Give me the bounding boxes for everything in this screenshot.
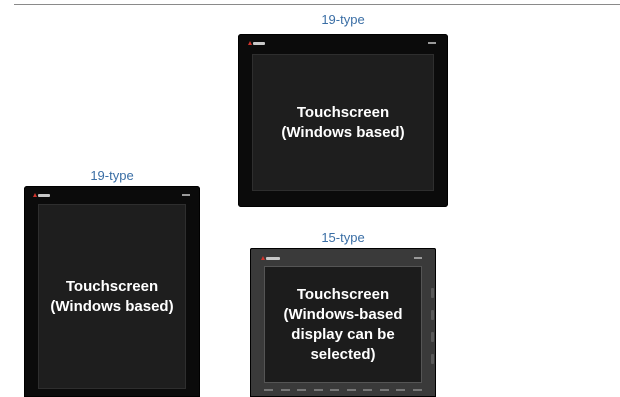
function-key[interactable] bbox=[264, 389, 273, 391]
panel-15-type: Touchscreen (Windows-based display can b… bbox=[250, 248, 436, 397]
page: 19-type Touchscreen (Windows based) 19-t… bbox=[0, 0, 620, 397]
model-badge bbox=[414, 257, 422, 259]
caption-19-type-left: 19-type bbox=[90, 168, 134, 183]
screen-label-line: (Windows based) bbox=[281, 123, 405, 141]
screen-label-line: Touchscreen bbox=[65, 277, 159, 295]
function-key[interactable] bbox=[346, 389, 356, 391]
screen-label-line: Touchscreen bbox=[296, 103, 390, 121]
side-button[interactable] bbox=[431, 310, 434, 320]
brand-logo-icon bbox=[261, 256, 280, 260]
function-key[interactable] bbox=[379, 389, 389, 391]
function-key[interactable] bbox=[363, 389, 373, 391]
function-key[interactable] bbox=[330, 389, 340, 391]
screen-label: Touchscreen (Windows based) bbox=[50, 277, 173, 317]
screen-label-line: selected) bbox=[310, 345, 376, 363]
panel-19-type-top: Touchscreen (Windows based) bbox=[238, 34, 448, 207]
function-key[interactable] bbox=[297, 389, 307, 391]
screen-label: Touchscreen (Windows-based display can b… bbox=[283, 285, 402, 365]
model-badge bbox=[428, 42, 436, 44]
screen-label-line: display can be bbox=[291, 325, 395, 343]
top-divider bbox=[14, 4, 620, 5]
screen-19-type-top[interactable]: Touchscreen (Windows based) bbox=[252, 54, 434, 191]
function-key[interactable] bbox=[396, 389, 406, 391]
function-key[interactable] bbox=[280, 389, 290, 391]
screen-15-type[interactable]: Touchscreen (Windows-based display can b… bbox=[264, 266, 422, 383]
screen-label-line: Touchscreen bbox=[296, 285, 390, 303]
model-badge bbox=[182, 194, 190, 196]
side-button[interactable] bbox=[431, 354, 434, 364]
function-keys bbox=[264, 389, 422, 392]
caption-15-type: 15-type bbox=[321, 230, 365, 245]
panel-19-type-left: Touchscreen (Windows based) bbox=[24, 186, 200, 397]
caption-19-type-top: 19-type bbox=[321, 12, 365, 27]
brand-logo-icon bbox=[33, 193, 50, 197]
screen-label-line: (Windows based) bbox=[50, 297, 174, 315]
screen-label-line: (Windows-based bbox=[283, 305, 403, 323]
function-key[interactable] bbox=[412, 389, 422, 391]
function-key[interactable] bbox=[313, 389, 323, 391]
side-button[interactable] bbox=[431, 288, 434, 298]
brand-logo-icon bbox=[248, 41, 265, 45]
screen-label: Touchscreen (Windows based) bbox=[281, 103, 404, 143]
screen-19-type-left[interactable]: Touchscreen (Windows based) bbox=[38, 204, 186, 389]
side-button[interactable] bbox=[431, 332, 434, 342]
